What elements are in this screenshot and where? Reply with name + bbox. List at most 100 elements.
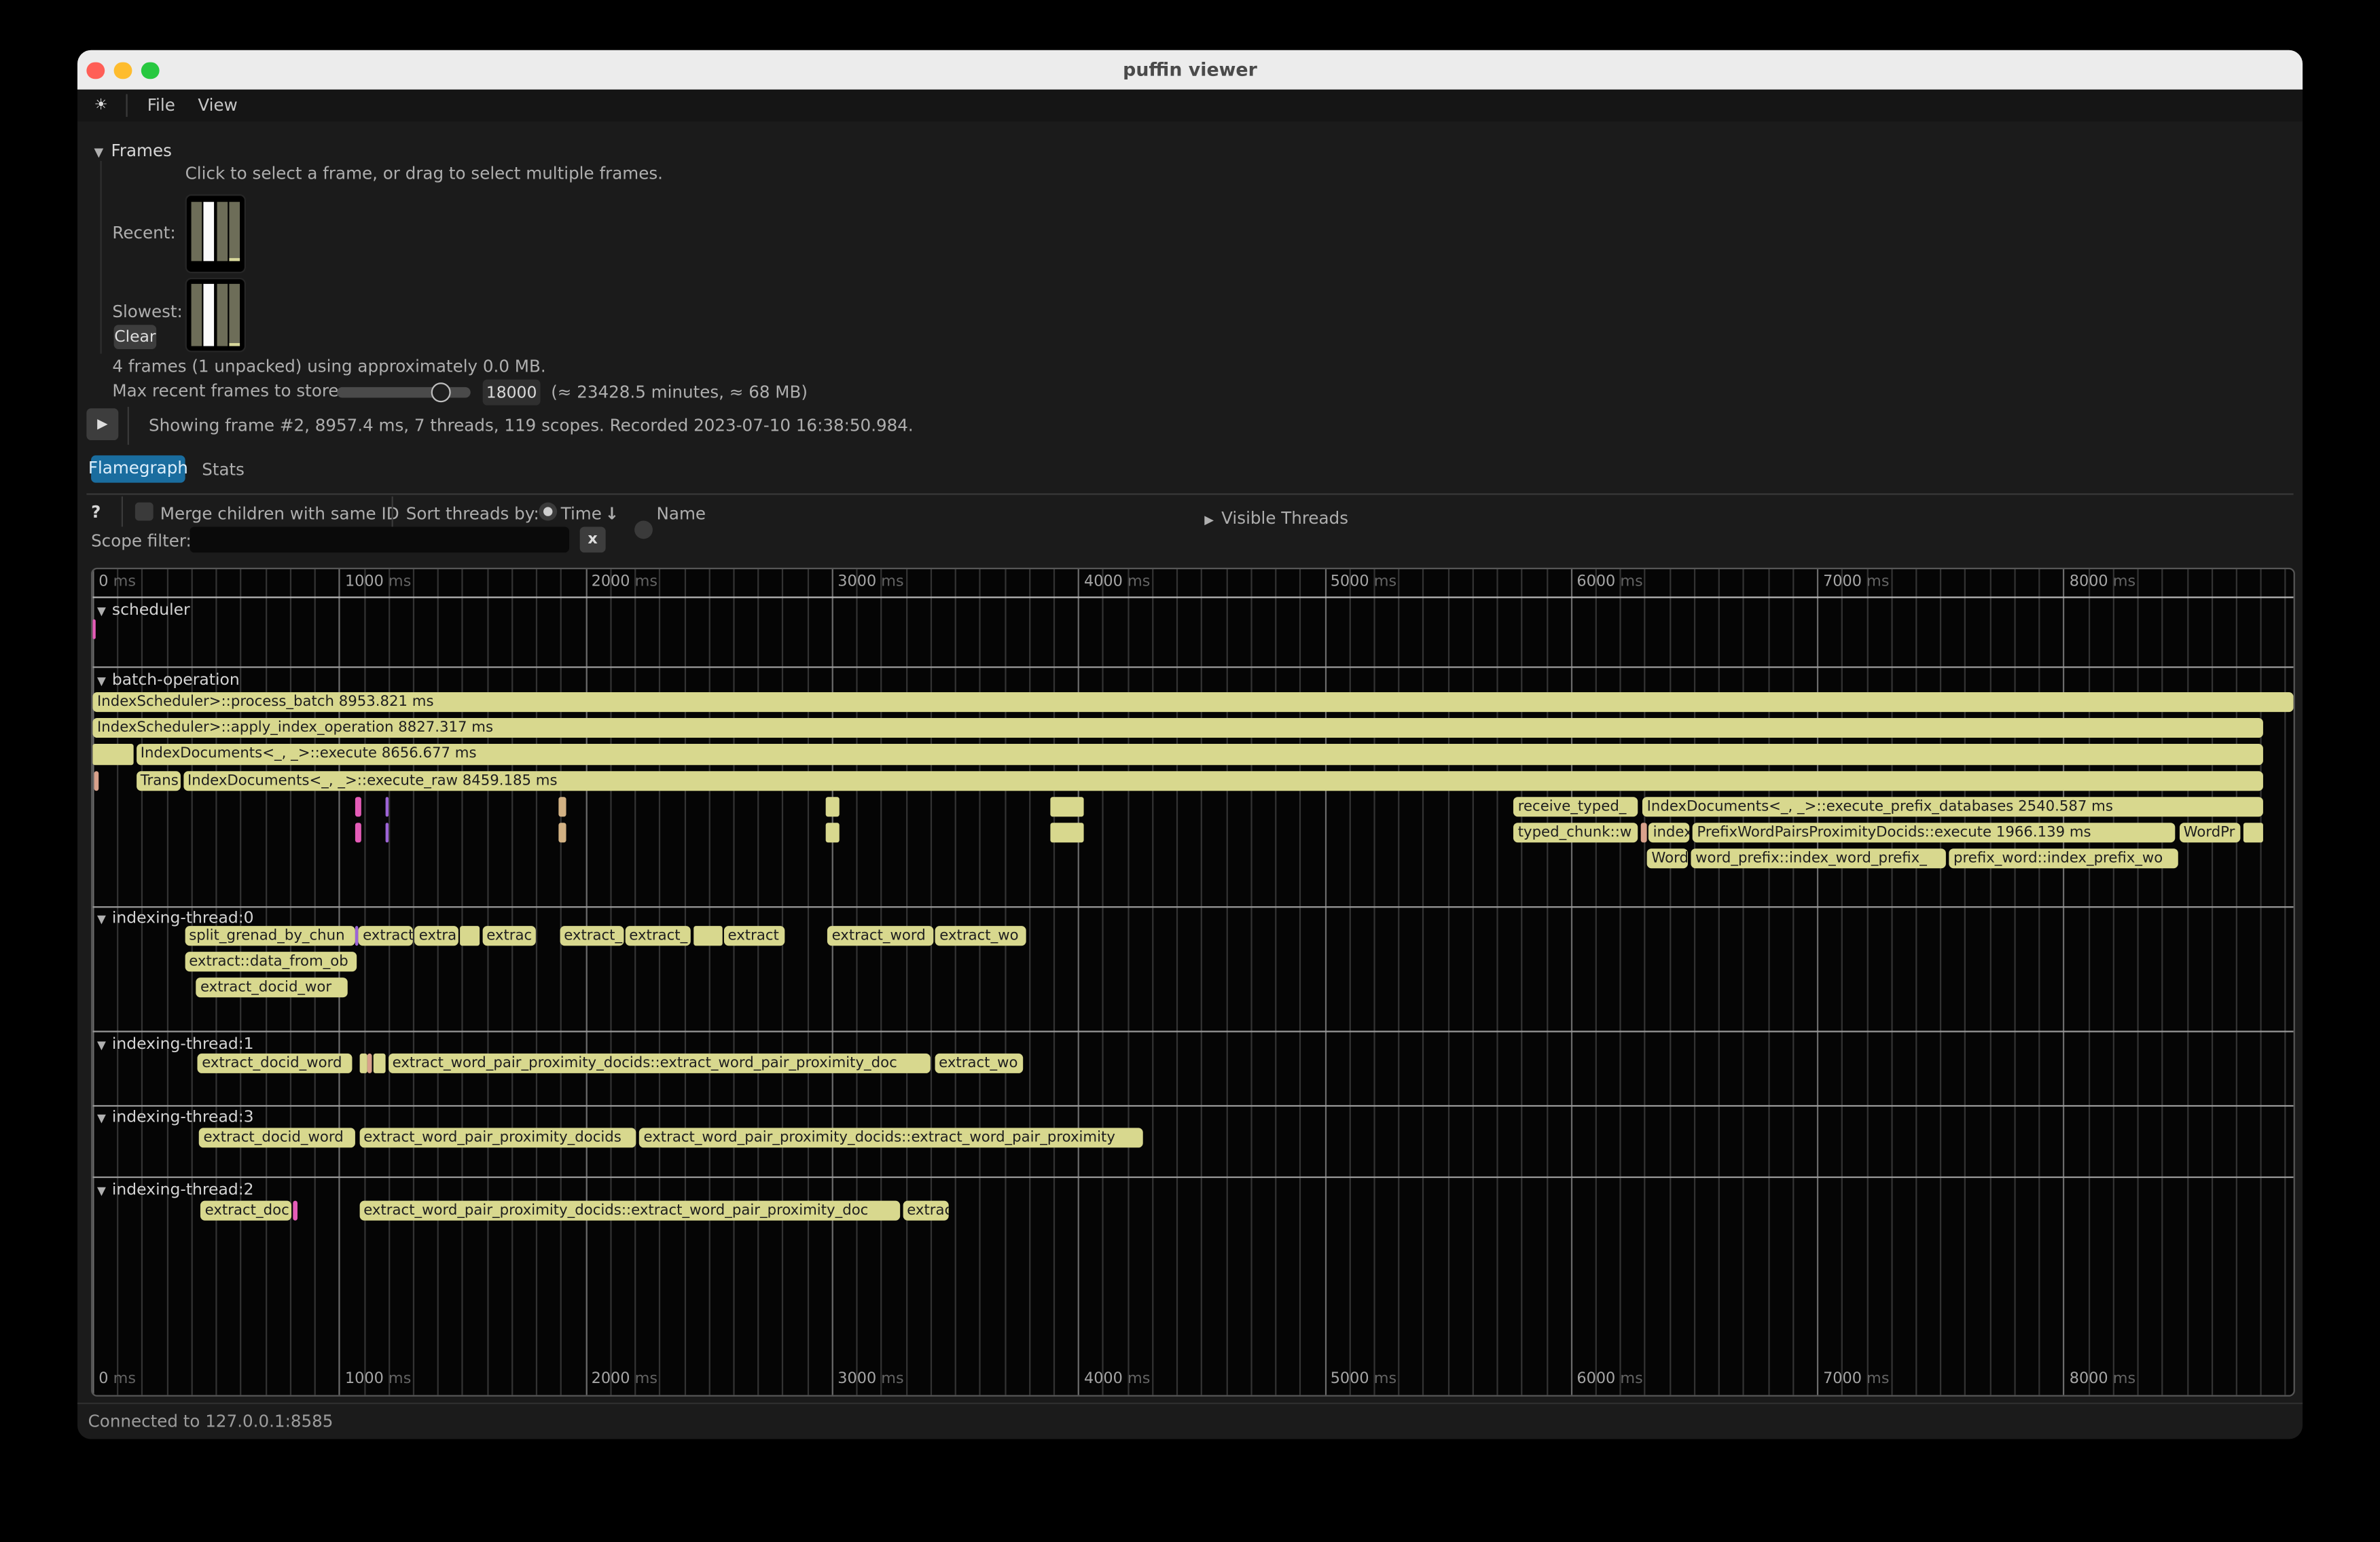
sort-time-label[interactable]: Time [561, 504, 602, 524]
thread-header[interactable]: ▼indexing-thread:0 [97, 910, 254, 928]
scope-bar[interactable] [826, 823, 840, 842]
scope-bar[interactable]: extrac [903, 1200, 948, 1220]
scope-bar[interactable]: Word [1647, 849, 1688, 869]
scope-bar[interactable]: extract_docid_wor [196, 978, 347, 997]
scope-bar[interactable]: word_prefix::index_word_prefix_ [1691, 849, 1945, 869]
scope-bar[interactable] [355, 797, 361, 817]
clear-frames-button[interactable]: Clear [114, 325, 157, 349]
sort-name-label[interactable]: Name [657, 504, 706, 524]
scope-bar[interactable] [558, 797, 565, 817]
scope-bar[interactable]: extract [358, 925, 412, 945]
thread-header[interactable]: ▼scheduler [97, 600, 190, 619]
frame-bar[interactable] [216, 202, 227, 261]
scope-bar[interactable]: extract_word [827, 925, 933, 945]
scope-bar[interactable] [384, 823, 389, 842]
scope-bar[interactable]: typed_chunk::w [1513, 823, 1638, 842]
scope-bar[interactable] [2243, 823, 2263, 842]
scope-bar[interactable]: extract_docid_word [198, 1054, 353, 1073]
scope-bar[interactable]: extra [414, 925, 458, 945]
titlebar[interactable]: puffin viewer [77, 50, 2303, 90]
frame-bar[interactable] [229, 283, 240, 346]
scope-bar[interactable]: extract_word_pair_proximity_docids::extr… [388, 1054, 930, 1073]
scope-bar[interactable] [355, 823, 361, 842]
thread-header[interactable]: ▼indexing-thread:3 [97, 1108, 254, 1126]
scope-bar[interactable]: WordPr [2179, 823, 2239, 842]
scope-bar[interactable]: IndexDocuments<_, _>::execute_raw 8459.1… [183, 770, 2263, 790]
theme-toggle-icon[interactable]: ☀ [94, 97, 108, 114]
frame-bar[interactable] [216, 283, 227, 346]
merge-children-label[interactable]: Merge children with same ID [160, 504, 399, 524]
menu-file[interactable]: File [144, 96, 178, 115]
time-tick-label: 6000 ms [1576, 574, 1642, 591]
clear-filter-button[interactable]: x [580, 526, 606, 552]
scope-bar[interactable]: IndexScheduler>::apply_index_operation 8… [92, 718, 2263, 738]
scope-bar[interactable] [460, 925, 480, 945]
slowest-frames-thumbnail[interactable] [185, 278, 245, 351]
scope-bar[interactable]: extract_wo [935, 925, 1026, 945]
time-tick-label: 1000 ms [345, 1371, 411, 1388]
slider-handle[interactable] [431, 382, 450, 402]
sort-time-radio[interactable] [539, 502, 557, 520]
frame-bar-selected[interactable] [203, 283, 214, 346]
scope-bar[interactable] [826, 797, 840, 817]
scope-bar[interactable]: prefix_word::index_prefix_wo [1949, 849, 2178, 869]
frames-collapsing-header[interactable]: ▼Frames [94, 134, 172, 162]
thread-header[interactable]: ▼indexing-thread:2 [97, 1180, 254, 1198]
scope-bar[interactable] [359, 1054, 367, 1073]
max-frames-slider[interactable] [337, 387, 471, 398]
scope-bar[interactable] [92, 620, 95, 639]
scope-bar[interactable]: Trans [136, 770, 181, 790]
max-frames-value[interactable]: 18000 [483, 380, 541, 406]
scope-bar[interactable]: extract_doc [200, 1200, 291, 1220]
minimize-button-icon[interactable] [114, 62, 132, 79]
scope-bar[interactable]: extract_word_pair_proximity_docids [359, 1127, 636, 1147]
scope-bar[interactable] [292, 1200, 298, 1220]
scope-bar[interactable]: split_grenad_by_chun [185, 925, 355, 945]
merge-children-checkbox[interactable] [135, 502, 154, 520]
scope-bar[interactable]: IndexScheduler>::process_batch 8953.821 … [92, 692, 2293, 712]
scope-bar[interactable] [384, 797, 389, 817]
flamegraph-canvas[interactable]: 0 ms0 ms1000 ms1000 ms2000 ms2000 ms3000… [91, 568, 2295, 1397]
scope-bar[interactable]: extract_word_pair_proximity_docids::extr… [639, 1127, 1143, 1147]
recent-frames-thumbnail[interactable] [185, 194, 245, 273]
scope-bar[interactable]: extract_word_pair_proximity_docids::extr… [359, 1200, 900, 1220]
scope-bar[interactable] [1049, 823, 1083, 842]
help-button[interactable]: ? [91, 502, 101, 522]
frame-bar[interactable] [229, 202, 240, 261]
frame-bar[interactable] [190, 202, 201, 261]
scope-bar[interactable] [1640, 823, 1646, 842]
frame-bar[interactable] [190, 283, 201, 346]
scope-bar[interactable]: extract_docid_word [199, 1127, 355, 1147]
sort-direction-icon[interactable]: ↓ [605, 503, 619, 523]
scope-bar[interactable] [558, 823, 565, 842]
thread-header[interactable]: ▼indexing-thread:1 [97, 1035, 254, 1054]
scope-bar[interactable]: PrefixWordPairsProximityDocids::execute … [1693, 823, 2176, 842]
maximize-button-icon[interactable] [141, 62, 159, 79]
scope-bar[interactable]: IndexDocuments<_, _>::execute_prefix_dat… [1642, 797, 2263, 817]
scope-bar[interactable]: extract_wo [934, 1054, 1022, 1073]
scope-bar[interactable]: extract [723, 925, 784, 945]
scope-bar[interactable] [373, 1054, 385, 1073]
play-button[interactable]: ▶ [86, 408, 118, 440]
scope-bar[interactable]: index [1648, 823, 1689, 842]
scope-bar[interactable] [367, 1054, 372, 1073]
tab-flamegraph[interactable]: Flamegraph [91, 455, 185, 482]
frame-bar-selected[interactable] [203, 202, 214, 261]
scope-bar[interactable] [92, 745, 133, 764]
scope-bar[interactable]: extract_ [559, 925, 623, 945]
tab-stats[interactable]: Stats [202, 460, 245, 480]
scope-bar[interactable]: extract::data_from_ob [185, 951, 357, 971]
close-button-icon[interactable] [86, 62, 104, 79]
scope-bar[interactable] [1049, 797, 1083, 817]
scope-filter-input[interactable] [189, 526, 569, 552]
scope-bar[interactable]: receive_typed_ [1513, 797, 1638, 817]
scope-bar[interactable]: extrac [482, 925, 535, 945]
scope-bar[interactable] [355, 925, 357, 945]
scope-bar[interactable] [93, 770, 98, 790]
scope-bar[interactable]: extract_ [625, 925, 691, 945]
scope-bar[interactable]: IndexDocuments<_, _>::execute 8656.677 m… [136, 745, 2263, 764]
thread-header[interactable]: ▼batch-operation [97, 670, 240, 689]
scope-bar[interactable] [693, 925, 721, 945]
visible-threads-header[interactable]: ▶Visible Threads [1204, 501, 1348, 529]
menu-view[interactable]: View [195, 96, 240, 115]
